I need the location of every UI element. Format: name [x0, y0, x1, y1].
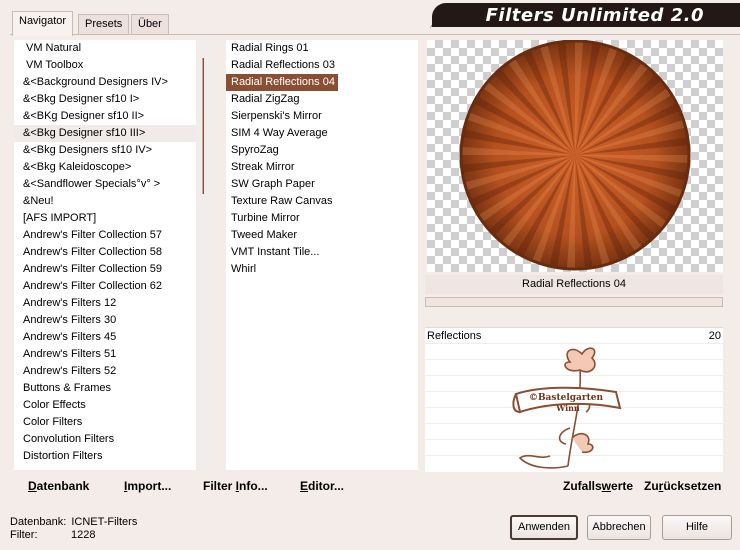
category-item[interactable]: VM Natural — [14, 40, 196, 57]
filter-item: Texture Raw Canvas — [231, 195, 333, 207]
reset-button[interactable]: Zurücksetzen — [644, 479, 721, 493]
tab-navigator[interactable]: Navigator — [12, 11, 74, 36]
filter-item-row[interactable]: Radial ZigZag — [226, 91, 418, 108]
category-item[interactable]: Andrew's Filters 12 — [14, 295, 196, 312]
category-item[interactable]: Andrew's Filters 45 — [14, 329, 196, 346]
random-values-button[interactable]: Zufallswerte — [563, 479, 633, 493]
filter-item-row[interactable]: Radial Reflections 04 — [226, 74, 418, 91]
reset-post: ücksetzen — [663, 479, 722, 493]
status-database: Datenbank: ICNET-Filters — [10, 516, 137, 528]
status-filter-value: 1228 — [71, 529, 96, 541]
category-scroll-thumb[interactable] — [202, 58, 204, 194]
watermark-line1: ©Bastelgarten — [529, 393, 604, 403]
filter-item-row[interactable]: Turbine Mirror — [226, 210, 418, 227]
import-button[interactable]: Import... — [124, 479, 171, 493]
category-item[interactable]: [AFS IMPORT] — [14, 210, 196, 227]
category-item[interactable]: Andrew's Filter Collection 59 — [14, 261, 196, 278]
category-item[interactable]: &Neu! — [14, 193, 196, 210]
cancel-button[interactable]: Abbrechen — [587, 515, 651, 540]
category-item[interactable]: Andrew's Filter Collection 62 — [14, 278, 196, 295]
status-db-value: ICNET-Filters — [71, 516, 138, 528]
category-item[interactable]: Andrew's Filters 51 — [14, 346, 196, 363]
editor-mnemonic: E — [300, 479, 309, 493]
filter-info-post: nfo... — [239, 479, 268, 493]
tab-presets[interactable]: Presets — [78, 14, 130, 34]
category-item[interactable]: Buttons & Frames — [14, 380, 196, 397]
editor-label: ditor... — [308, 479, 345, 493]
category-item[interactable]: Color Effects — [14, 397, 196, 414]
filter-item-row[interactable]: Radial Rings 01 — [226, 40, 418, 57]
database-button[interactable]: Datenbank — [28, 479, 89, 493]
reset-pre: Zu — [644, 479, 659, 493]
filter-item: Sierpenski's Mirror — [231, 110, 322, 122]
param-label: Reflections — [427, 330, 482, 342]
filter-item-selected: Radial Reflections 04 — [226, 74, 338, 91]
filter-info-button[interactable]: Filter Info... — [203, 479, 268, 493]
filter-item-row[interactable]: SpyroZag — [226, 142, 418, 159]
filter-item: Streak Mirror — [231, 161, 295, 173]
filter-item-row[interactable]: Radial Reflections 03 — [226, 57, 418, 74]
status-filter-label: Filter: — [10, 529, 38, 541]
filter-item-row[interactable]: Tweed Maker — [226, 227, 418, 244]
radial-reflection-preview — [459, 40, 691, 271]
editor-button[interactable]: Editor... — [300, 479, 344, 493]
random-mnemonic: w — [601, 479, 612, 493]
random-pre: Zufalls — [563, 479, 602, 493]
filter-item-row[interactable]: SIM 4 Way Average — [226, 125, 418, 142]
filter-item: SpyroZag — [231, 144, 279, 156]
category-item[interactable]: &<BKg Designer sf10 II> — [14, 108, 196, 125]
filter-info-pre: Filter — [203, 479, 236, 493]
filter-item: Radial Reflections 03 — [231, 59, 335, 71]
category-item[interactable]: &<Bkg Kaleidoscope> — [14, 159, 196, 176]
category-item[interactable]: &<Bkg Designers sf10 IV> — [14, 142, 196, 159]
category-item[interactable]: &<Bkg Designer sf10 III> — [14, 125, 196, 142]
import-label: mport... — [127, 479, 172, 493]
preview-canvas — [427, 40, 723, 272]
filter-item: SIM 4 Way Average — [231, 127, 328, 139]
category-item[interactable]: &<Background Designers IV> — [14, 74, 196, 91]
status-filter: Filter: 1228 — [10, 529, 95, 541]
random-post: erte — [611, 479, 634, 493]
category-item[interactable]: VM Toolbox — [14, 57, 196, 74]
app-title: Filters Unlimited 2.0 — [485, 5, 704, 26]
progress-bar — [425, 297, 723, 307]
category-list[interactable]: VM Natural VM Toolbox &<Background Designe… — [14, 40, 196, 470]
tab-uber[interactable]: Über — [131, 14, 169, 34]
category-scrollbar[interactable] — [197, 40, 212, 470]
category-item[interactable]: Convolution Filters — [14, 431, 196, 448]
title-bar: Filters Unlimited 2.0 — [432, 3, 740, 27]
category-item[interactable]: Andrew's Filter Collection 57 — [14, 227, 196, 244]
database-label: atenbank — [36, 479, 90, 493]
param-value: 20 — [708, 330, 721, 342]
filter-item-row[interactable]: Sierpenski's Mirror — [226, 108, 418, 125]
filter-item-row[interactable]: Whirl — [226, 261, 418, 278]
filter-item: Radial Rings 01 — [231, 42, 309, 54]
filter-item: Turbine Mirror — [231, 212, 300, 224]
help-button[interactable]: Hilfe — [662, 515, 732, 540]
filter-item-row[interactable]: VMT Instant Tile... — [226, 244, 418, 261]
filter-item: SW Graph Paper — [231, 178, 315, 190]
filter-item: Radial ZigZag — [231, 93, 300, 105]
filter-item: Tweed Maker — [231, 229, 298, 241]
selected-filter-name: Radial Reflections 04 — [425, 275, 723, 294]
category-item[interactable]: Color Filters — [14, 414, 196, 431]
filter-item: VMT Instant Tile... — [231, 246, 320, 258]
apply-button[interactable]: Anwenden — [510, 515, 578, 540]
watermark-logo: ©Bastelgarten Winn — [510, 340, 630, 472]
filter-item-row[interactable]: Streak Mirror — [226, 159, 418, 176]
category-item[interactable]: Andrew's Filters 30 — [14, 312, 196, 329]
filter-item-row[interactable]: SW Graph Paper — [226, 176, 418, 193]
category-item[interactable]: &<Sandflower Specials°v° > — [14, 176, 196, 193]
category-item[interactable]: &<Bkg Designer sf10 I> — [14, 91, 196, 108]
filter-item: Whirl — [231, 263, 257, 275]
filter-list[interactable]: Radial Rings 01 Radial Reflections 03 Radi… — [226, 40, 418, 470]
watermark-line2: Winn — [555, 403, 580, 413]
category-item[interactable]: Andrew's Filters 52 — [14, 363, 196, 380]
database-mnemonic: D — [28, 479, 37, 493]
filter-item-row[interactable]: Texture Raw Canvas — [226, 193, 418, 210]
status-db-label: Datenbank: — [10, 516, 67, 528]
category-item[interactable]: Distortion Filters — [14, 448, 196, 465]
category-item[interactable]: Andrew's Filter Collection 58 — [14, 244, 196, 261]
